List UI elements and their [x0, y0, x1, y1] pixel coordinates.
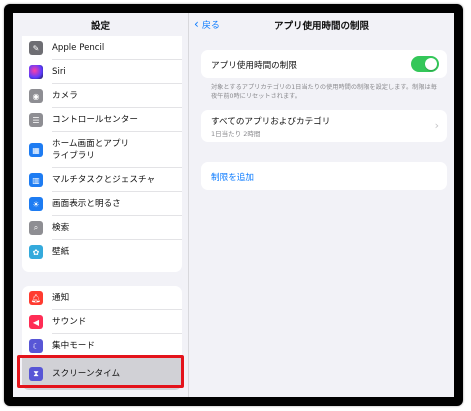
sidebar-item-label: Siri — [52, 67, 66, 77]
footer-note: 対象とするアプリカテゴリの1日当たりの使用時間の制限を設定します。制限は毎夜午前… — [211, 84, 437, 100]
sidebar-item-search[interactable]: ⌕ 検索 — [22, 216, 182, 240]
sidebar-item-label: カメラ — [52, 91, 78, 101]
detail-pane: ‹ 戻る アプリ使用時間の制限 アプリ使用時間の制限 対象とするアプリカテゴリの… — [189, 13, 454, 397]
sidebar-item-label: サウンド — [52, 317, 87, 327]
page-title: アプリ使用時間の制限 — [273, 21, 369, 32]
sidebar-item-label: コントロールセンター — [52, 115, 138, 125]
sidebar-item-siri[interactable]: Siri — [22, 60, 182, 84]
sidebar-item-display[interactable]: ☀ 画面表示と明るさ — [22, 192, 182, 216]
sidebar-item-label: 通知 — [52, 293, 70, 303]
sidebar-item-label: 壁紙 — [52, 247, 70, 257]
toggle-knob — [425, 58, 437, 70]
settings-group-1: ✎ Apple Pencil Siri ◉ カメラ ☰ コントロールセンター ▦… — [22, 36, 182, 272]
app-limits-toggle-row: アプリ使用時間の制限 — [201, 50, 447, 78]
sidebar-item-label: 集中モード — [52, 341, 95, 351]
sidebar-item-control-center[interactable]: ☰ コントロールセンター — [22, 108, 182, 132]
sidebar-item-label: 画面表示と明るさ — [52, 199, 121, 209]
sidebar-item-label: 検索 — [52, 223, 70, 233]
add-limit-button[interactable]: 制限を追加 — [211, 171, 254, 183]
sidebar-item-apple-pencil[interactable]: ✎ Apple Pencil — [22, 36, 182, 60]
home-screen-icon: ▦ — [29, 143, 43, 157]
sidebar-item-home-screen[interactable]: ▦ ホーム画面とアプリ ライブラリ — [22, 132, 182, 168]
add-limit-row[interactable]: 制限を追加 — [201, 162, 447, 190]
chevron-right-icon: › — [434, 119, 439, 132]
sidebar-item-label: ホーム画面とアプリ ライブラリ — [52, 138, 129, 162]
wallpaper-icon: ✿ — [29, 245, 43, 259]
toggle-label: アプリ使用時間の制限 — [211, 61, 297, 71]
search-icon: ⌕ — [29, 221, 43, 235]
sidebar-title: 設定 — [90, 21, 110, 32]
pencil-icon: ✎ — [29, 41, 43, 55]
siri-icon — [29, 65, 43, 79]
brightness-icon: ☀ — [29, 197, 43, 211]
limit-row[interactable]: すべてのアプリおよびカテゴリ 1日当たり 2時間 › — [201, 110, 447, 142]
sidebar-item-notifications[interactable]: 🔔︎ 通知 — [22, 286, 182, 310]
notifications-icon: 🔔︎ — [29, 291, 43, 305]
camera-icon: ◉ — [29, 89, 43, 103]
limit-title: すべてのアプリおよびカテゴリ — [211, 117, 331, 127]
device-frame: 設定 ✎ Apple Pencil Siri ◉ カメラ ☰ コントロールセンタ… — [4, 4, 463, 406]
sidebar-item-wallpaper[interactable]: ✿ 壁紙 — [22, 240, 182, 264]
sound-icon: ◀ — [29, 315, 43, 329]
focus-icon: ☾ — [29, 339, 43, 353]
control-center-icon: ☰ — [29, 113, 43, 127]
multitask-icon: ▥ — [29, 173, 43, 187]
sidebar-item-label: Apple Pencil — [52, 43, 105, 53]
selection-highlight — [17, 355, 184, 388]
sidebar-item-multitasking[interactable]: ▥ マルチタスクとジェスチャ — [22, 168, 182, 192]
screen: 設定 ✎ Apple Pencil Siri ◉ カメラ ☰ コントロールセンタ… — [13, 13, 454, 397]
app-limits-toggle[interactable] — [411, 56, 439, 72]
limit-subtitle: 1日当たり 2時間 — [211, 130, 261, 138]
sidebar: 設定 ✎ Apple Pencil Siri ◉ カメラ ☰ コントロールセンタ… — [13, 13, 189, 397]
sidebar-item-sounds[interactable]: ◀ サウンド — [22, 310, 182, 334]
sidebar-item-camera[interactable]: ◉ カメラ — [22, 84, 182, 108]
label-line-2: ライブラリ — [52, 151, 95, 161]
label-line-1: ホーム画面とアプリ — [52, 139, 130, 149]
sidebar-item-label: マルチタスクとジェスチャ — [52, 175, 156, 185]
